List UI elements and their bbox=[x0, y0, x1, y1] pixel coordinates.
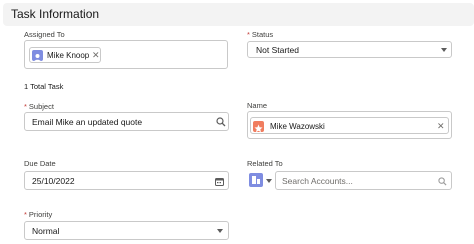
name-label: Name bbox=[247, 101, 268, 110]
chevron-down-icon bbox=[217, 229, 223, 233]
priority-required-mark: * bbox=[24, 210, 27, 219]
subject-combobox[interactable]: Email Mike an updated quote bbox=[24, 112, 229, 131]
due-date-label: Due Date bbox=[24, 159, 56, 168]
subject-required-mark: * bbox=[24, 102, 27, 111]
chevron-down-icon bbox=[266, 179, 272, 183]
search-icon[interactable] bbox=[438, 177, 447, 186]
section-header: Task Information bbox=[3, 3, 474, 26]
status-label: * Status bbox=[247, 30, 273, 39]
name-field[interactable]: Mike Wazowski ✕ bbox=[247, 111, 452, 139]
remove-assignee-icon[interactable]: ✕ bbox=[92, 51, 100, 60]
status-required-mark: * bbox=[247, 30, 250, 39]
status-value: Not Started bbox=[256, 45, 299, 55]
status-label-text: Status bbox=[251, 30, 274, 39]
section-title: Task Information bbox=[11, 7, 100, 21]
priority-value: Normal bbox=[32, 226, 60, 236]
remove-name-icon[interactable]: ✕ bbox=[437, 121, 445, 131]
account-icon bbox=[249, 173, 263, 187]
name-value: Mike Wazowski bbox=[270, 122, 325, 131]
priority-label: * Priority bbox=[24, 210, 52, 219]
related-to-label: Related To bbox=[247, 159, 283, 168]
subject-value: Email Mike an updated quote bbox=[32, 117, 143, 127]
assigned-to-name: Mike Knoop bbox=[47, 51, 90, 60]
status-select[interactable]: Not Started bbox=[247, 41, 452, 58]
assigned-to-pill[interactable]: Mike Knoop ✕ bbox=[29, 47, 101, 63]
name-pill[interactable]: Mike Wazowski ✕ bbox=[250, 117, 449, 134]
related-to-search-input[interactable]: Search Accounts... bbox=[275, 171, 452, 190]
assigned-to-field[interactable]: Mike Knoop ✕ bbox=[24, 40, 228, 69]
priority-select[interactable]: Normal bbox=[24, 221, 229, 240]
assigned-to-label: Assigned To bbox=[24, 30, 65, 39]
contact-avatar-icon bbox=[253, 120, 264, 132]
related-to-object-picker[interactable] bbox=[248, 172, 276, 189]
chevron-down-icon bbox=[441, 48, 447, 52]
due-date-value: 25/10/2022 bbox=[32, 176, 75, 186]
total-tasks-text: 1 Total Task bbox=[24, 82, 64, 91]
subject-label: * Subject bbox=[24, 102, 54, 111]
subject-label-text: Subject bbox=[28, 102, 54, 111]
search-icon[interactable] bbox=[216, 117, 226, 127]
related-to-placeholder: Search Accounts... bbox=[282, 176, 353, 186]
priority-label-text: Priority bbox=[28, 210, 53, 219]
due-date-input[interactable]: 25/10/2022 bbox=[24, 171, 229, 190]
user-avatar-icon bbox=[32, 50, 43, 62]
calendar-icon[interactable] bbox=[215, 177, 224, 186]
